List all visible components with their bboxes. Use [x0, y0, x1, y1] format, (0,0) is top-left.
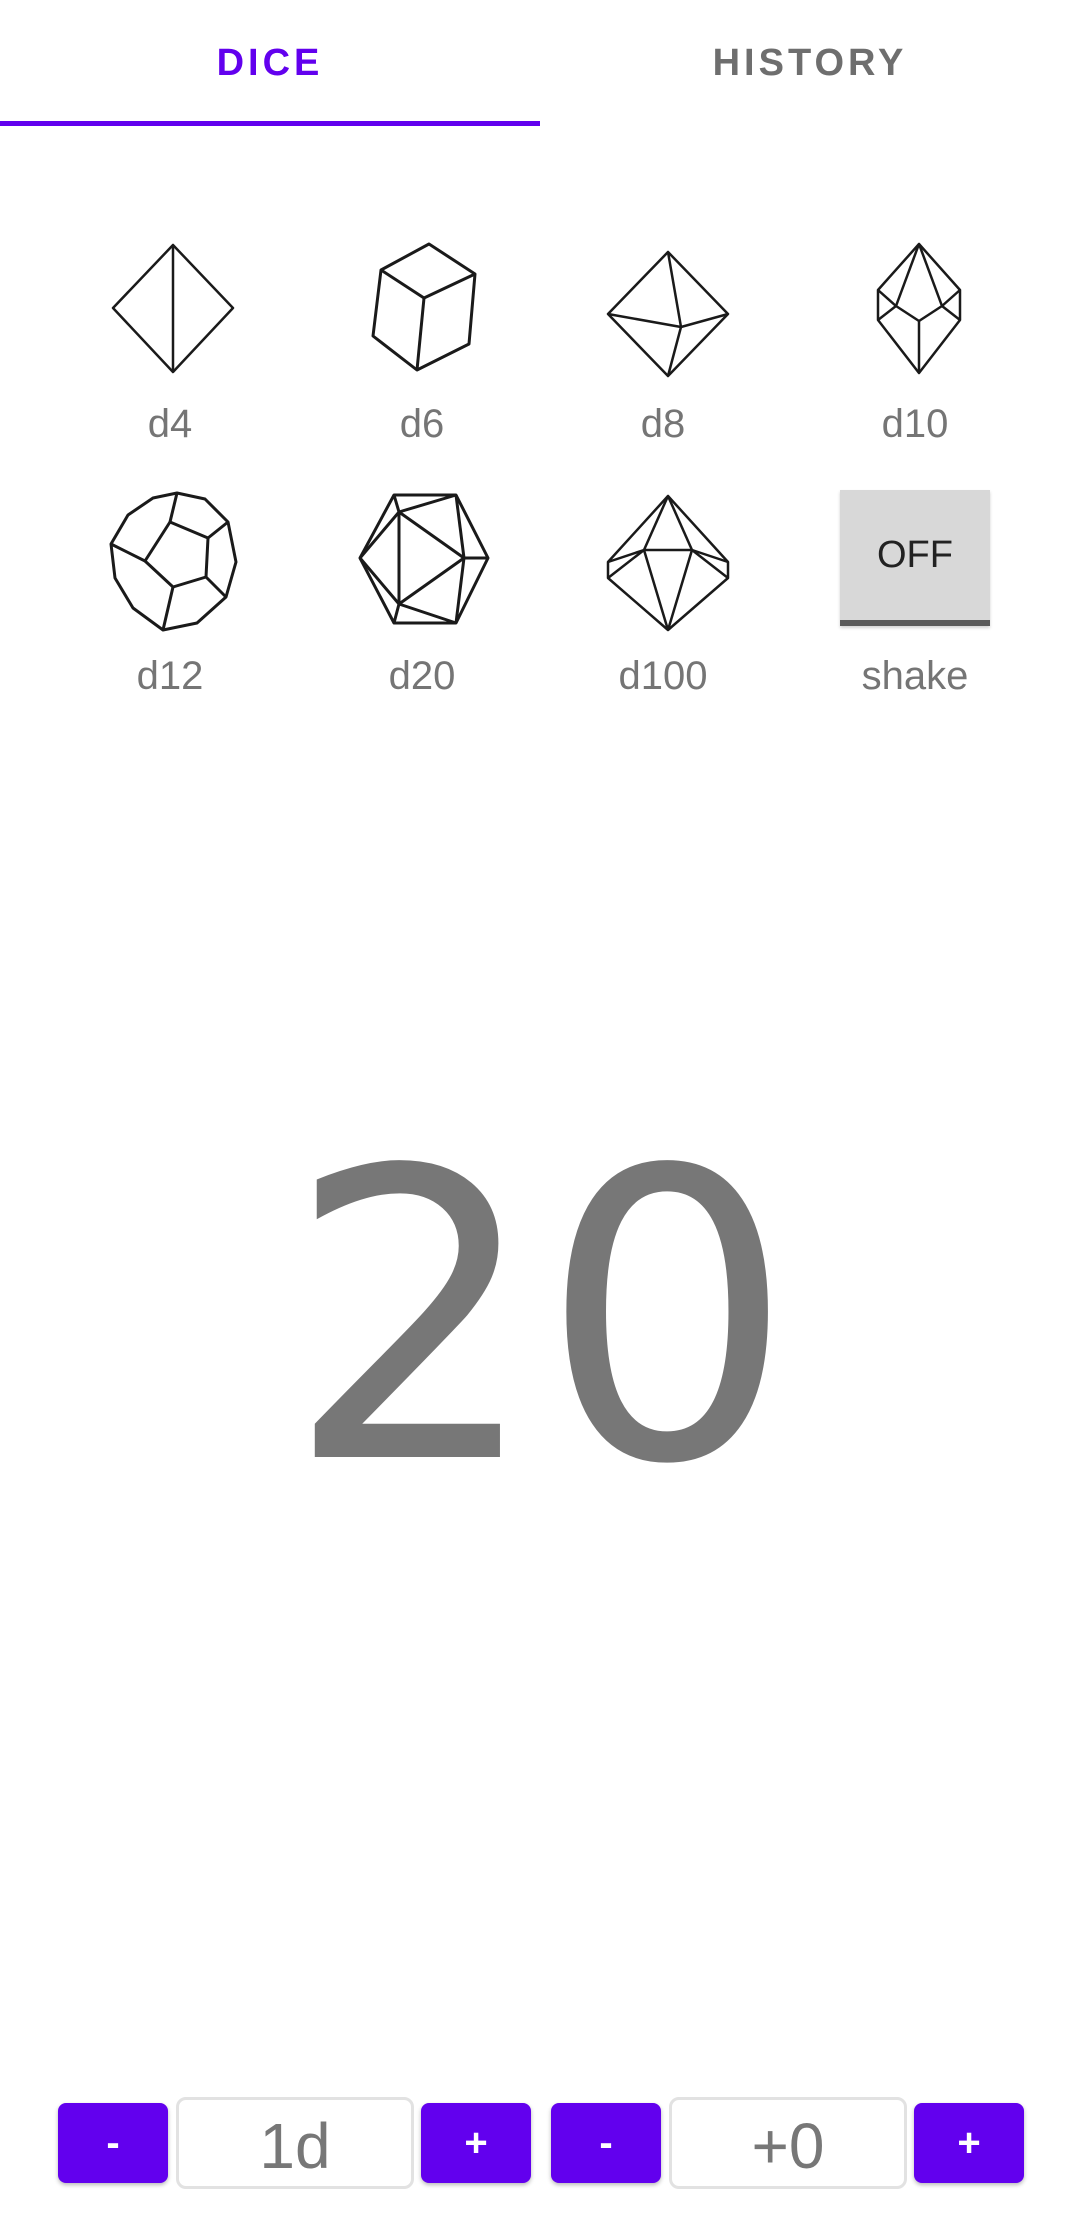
dice-roller-app: DICE HISTORY d4 d6 d8 d10 d12 d20 d100 O… [0, 0, 1080, 2220]
active-tab-indicator [0, 121, 540, 126]
die-label-d4: d4 [147, 402, 193, 446]
d4-tetrahedron-icon [111, 243, 235, 374]
d10-trapezohedron-icon [876, 242, 962, 375]
die-button-d4[interactable]: d4 [50, 230, 290, 470]
die-button-d100[interactable]: d100 [543, 482, 783, 722]
tab-history-label: HISTORY [712, 41, 908, 84]
die-button-d8[interactable]: d8 [543, 230, 783, 470]
shake-toggle-cell: OFF shake [795, 482, 1035, 722]
tab-dice-label: DICE [216, 41, 324, 84]
d6-cube-icon [371, 242, 477, 372]
die-button-d6[interactable]: d6 [302, 230, 542, 470]
die-label-d8: d8 [640, 402, 686, 446]
die-button-d10[interactable]: d10 [795, 230, 1035, 470]
die-button-d12[interactable]: d12 [50, 482, 290, 722]
d12-dodecahedron-icon [109, 491, 238, 632]
d20-icosahedron-icon [358, 493, 490, 625]
die-label-d100: d100 [618, 654, 708, 698]
tab-bar: DICE HISTORY [0, 0, 1080, 126]
die-button-d20[interactable]: d20 [302, 482, 542, 722]
modifier-field[interactable]: +0 [669, 2097, 907, 2189]
roll-result: 20 [285, 1087, 795, 1552]
die-label-d20: d20 [388, 654, 456, 698]
shake-toggle-button[interactable]: OFF [840, 490, 990, 626]
die-label-d6: d6 [399, 402, 445, 446]
tab-history[interactable]: HISTORY [540, 0, 1080, 126]
shake-label: shake [861, 654, 969, 698]
modifier-decrement-button[interactable]: - [551, 2103, 661, 2183]
modifier-increment-button[interactable]: + [914, 2103, 1024, 2183]
d8-octahedron-icon [606, 250, 730, 378]
tab-dice[interactable]: DICE [0, 0, 540, 126]
dice-count-decrement-button[interactable]: - [58, 2103, 168, 2183]
roll-controls: - 1d + - +0 + [0, 2097, 1080, 2193]
die-label-d12: d12 [136, 654, 204, 698]
dice-count-field[interactable]: 1d [176, 2097, 414, 2189]
d100-die-icon [606, 494, 730, 632]
dice-count-increment-button[interactable]: + [421, 2103, 531, 2183]
die-label-d10: d10 [881, 402, 949, 446]
